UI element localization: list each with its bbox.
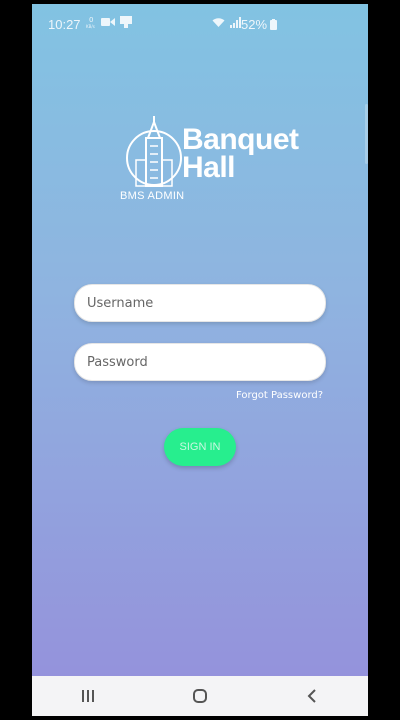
status-bar: 10:27 0 KB/s 52% <box>32 4 368 44</box>
app-logo: Banquet Hall BMS ADMIN <box>120 116 299 216</box>
home-button[interactable] <box>180 676 220 716</box>
home-icon <box>193 689 207 703</box>
signal-icon <box>230 17 241 28</box>
back-button[interactable] <box>292 676 332 716</box>
status-right-icons <box>212 17 241 28</box>
logo-title-line1: Banquet <box>182 123 299 156</box>
wifi-icon <box>212 18 225 27</box>
screen-icon <box>120 16 132 28</box>
battery-icon <box>270 19 277 30</box>
logo-subtitle: BMS ADMIN <box>120 190 185 202</box>
video-icon <box>101 18 115 26</box>
status-time: 10:27 <box>48 17 81 32</box>
status-left-icons: 0 KB/s <box>86 15 132 29</box>
app-screen: 10:27 0 KB/s 52% Banquet Hall BMS ADMIN … <box>32 4 368 716</box>
data-icon: 0KB/s <box>86 16 95 29</box>
sign-in-button[interactable]: SIGN IN <box>164 428 236 466</box>
logo-title: Banquet Hall <box>182 123 299 184</box>
building-icon <box>126 116 182 187</box>
svg-text:0: 0 <box>89 16 93 24</box>
password-field-container <box>74 343 326 381</box>
recent-apps-icon <box>82 690 94 702</box>
back-icon <box>307 689 316 703</box>
system-nav-bar <box>32 676 368 716</box>
forgot-password-link[interactable]: Forgot Password? <box>236 390 323 401</box>
password-input[interactable] <box>75 344 325 380</box>
username-input[interactable] <box>75 285 325 321</box>
logo-title-line2: Hall <box>182 151 236 184</box>
username-field-container <box>74 284 326 322</box>
svg-text:KB/s: KB/s <box>86 24 95 29</box>
scroll-indicator <box>365 104 368 164</box>
recent-apps-button[interactable] <box>68 676 108 716</box>
status-battery: 52% <box>241 17 268 32</box>
